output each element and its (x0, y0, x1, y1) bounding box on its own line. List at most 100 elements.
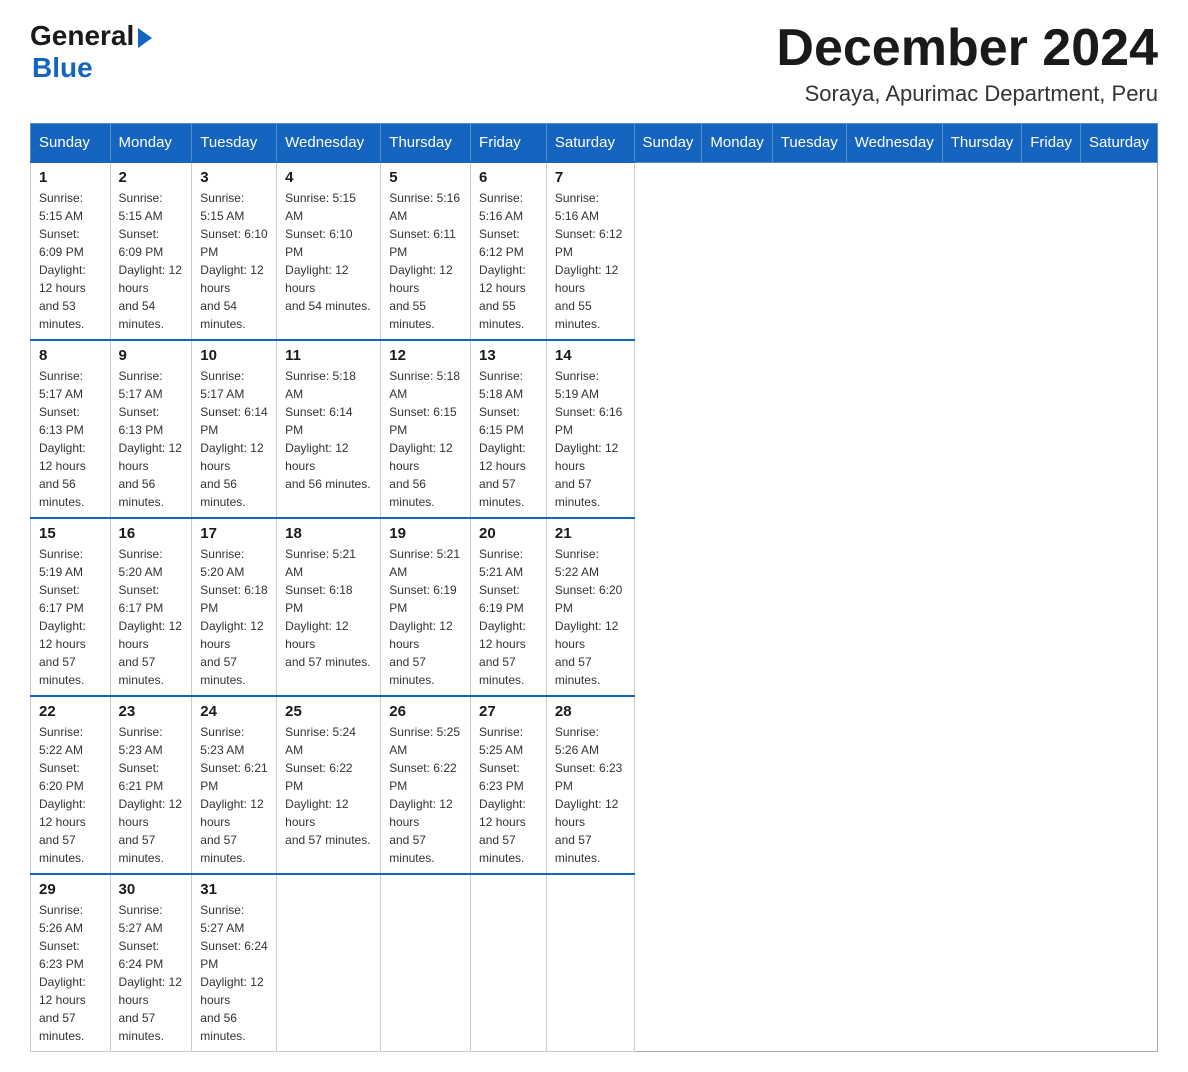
day-number: 19 (389, 525, 462, 542)
day-info: Sunrise: 5:17 AMSunset: 6:13 PMDaylight:… (39, 367, 102, 511)
calendar-cell: 15 Sunrise: 5:19 AMSunset: 6:17 PMDayligh… (31, 518, 111, 696)
day-number: 2 (119, 169, 184, 186)
calendar-cell: 22 Sunrise: 5:22 AMSunset: 6:20 PMDayligh… (31, 696, 111, 874)
weekday-header-thursday: Thursday (381, 124, 471, 163)
day-number: 11 (285, 347, 372, 364)
day-info: Sunrise: 5:15 AMSunset: 6:09 PMDaylight:… (119, 189, 184, 333)
week-row-4: 22 Sunrise: 5:22 AMSunset: 6:20 PMDayligh… (31, 696, 1158, 874)
day-number: 1 (39, 169, 102, 186)
day-info: Sunrise: 5:18 AMSunset: 6:14 PMDaylight:… (285, 367, 372, 493)
day-info: Sunrise: 5:19 AMSunset: 6:16 PMDaylight:… (555, 367, 626, 511)
day-number: 4 (285, 169, 372, 186)
weekday-header-wednesday: Wednesday (846, 124, 942, 163)
weekday-header-sunday: Sunday (31, 124, 111, 163)
day-number: 16 (119, 525, 184, 542)
logo: General Blue (30, 20, 152, 84)
calendar-cell: 3 Sunrise: 5:15 AMSunset: 6:10 PMDaylight… (192, 162, 277, 340)
day-info: Sunrise: 5:18 AMSunset: 6:15 PMDaylight:… (479, 367, 538, 511)
day-number: 14 (555, 347, 626, 364)
day-number: 6 (479, 169, 538, 186)
day-number: 9 (119, 347, 184, 364)
calendar-cell: 26Sunrise: 5:25 AMSunset: 6:22 PMDayligh… (381, 696, 471, 874)
calendar-cell (471, 874, 547, 1052)
day-number: 10 (200, 347, 268, 364)
day-info: Sunrise: 5:16 AMSunset: 6:12 PMDaylight:… (479, 189, 538, 333)
calendar-cell: 18Sunrise: 5:21 AMSunset: 6:18 PMDayligh… (277, 518, 381, 696)
day-info: Sunrise: 5:20 AMSunset: 6:18 PMDaylight:… (200, 545, 268, 689)
day-info: Sunrise: 5:21 AMSunset: 6:19 PMDaylight:… (479, 545, 538, 689)
day-info: Sunrise: 5:22 AMSunset: 6:20 PMDaylight:… (555, 545, 626, 689)
weekday-header-row: SundayMondayTuesdayWednesdayThursdayFrid… (31, 124, 1158, 163)
calendar-cell: 31 Sunrise: 5:27 AMSunset: 6:24 PMDayligh… (192, 874, 277, 1052)
day-info: Sunrise: 5:15 AMSunset: 6:10 PMDaylight:… (200, 189, 268, 333)
calendar-cell: 10Sunrise: 5:17 AMSunset: 6:14 PMDayligh… (192, 340, 277, 518)
day-info: Sunrise: 5:23 AMSunset: 6:21 PMDaylight:… (200, 723, 268, 867)
day-number: 5 (389, 169, 462, 186)
day-info: Sunrise: 5:22 AMSunset: 6:20 PMDaylight:… (39, 723, 102, 867)
day-info: Sunrise: 5:15 AMSunset: 6:10 PMDaylight:… (285, 189, 372, 315)
day-number: 29 (39, 881, 102, 898)
calendar-cell: 23Sunrise: 5:23 AMSunset: 6:21 PMDayligh… (110, 696, 192, 874)
weekday-header-tuesday: Tuesday (772, 124, 846, 163)
week-row-2: 8Sunrise: 5:17 AMSunset: 6:13 PMDaylight… (31, 340, 1158, 518)
day-number: 20 (479, 525, 538, 542)
day-info: Sunrise: 5:17 AMSunset: 6:13 PMDaylight:… (119, 367, 184, 511)
day-info: Sunrise: 5:21 AMSunset: 6:18 PMDaylight:… (285, 545, 372, 671)
calendar-cell: 6 Sunrise: 5:16 AMSunset: 6:12 PMDaylight… (471, 162, 547, 340)
day-info: Sunrise: 5:16 AMSunset: 6:11 PMDaylight:… (389, 189, 462, 333)
calendar-cell: 19Sunrise: 5:21 AMSunset: 6:19 PMDayligh… (381, 518, 471, 696)
calendar-cell: 9 Sunrise: 5:17 AMSunset: 6:13 PMDaylight… (110, 340, 192, 518)
day-info: Sunrise: 5:26 AMSunset: 6:23 PMDaylight:… (39, 901, 102, 1045)
weekday-header-wednesday: Wednesday (277, 124, 381, 163)
calendar-cell: 13 Sunrise: 5:18 AMSunset: 6:15 PMDayligh… (471, 340, 547, 518)
calendar-cell: 20 Sunrise: 5:21 AMSunset: 6:19 PMDayligh… (471, 518, 547, 696)
day-number: 7 (555, 169, 626, 186)
calendar-cell: 11 Sunrise: 5:18 AMSunset: 6:14 PMDayligh… (277, 340, 381, 518)
week-row-5: 29 Sunrise: 5:26 AMSunset: 6:23 PMDayligh… (31, 874, 1158, 1052)
logo-general-text: General (30, 20, 134, 52)
calendar-cell: 7Sunrise: 5:16 AMSunset: 6:12 PMDaylight… (546, 162, 634, 340)
weekday-header-monday: Monday (702, 124, 772, 163)
calendar-cell: 21Sunrise: 5:22 AMSunset: 6:20 PMDayligh… (546, 518, 634, 696)
location-title: Soraya, Apurimac Department, Peru (776, 81, 1158, 107)
weekday-header-friday: Friday (471, 124, 547, 163)
calendar-title-area: December 2024 Soraya, Apurimac Departmen… (776, 20, 1158, 107)
calendar-cell (546, 874, 634, 1052)
day-number: 17 (200, 525, 268, 542)
weekday-header-thursday: Thursday (942, 124, 1022, 163)
day-number: 27 (479, 703, 538, 720)
day-info: Sunrise: 5:26 AMSunset: 6:23 PMDaylight:… (555, 723, 626, 867)
calendar-cell: 12Sunrise: 5:18 AMSunset: 6:15 PMDayligh… (381, 340, 471, 518)
day-info: Sunrise: 5:27 AMSunset: 6:24 PMDaylight:… (119, 901, 184, 1045)
day-number: 31 (200, 881, 268, 898)
calendar-cell: 30 Sunrise: 5:27 AMSunset: 6:24 PMDayligh… (110, 874, 192, 1052)
day-info: Sunrise: 5:19 AMSunset: 6:17 PMDaylight:… (39, 545, 102, 689)
calendar-cell: 2 Sunrise: 5:15 AMSunset: 6:09 PMDaylight… (110, 162, 192, 340)
calendar-cell: 24Sunrise: 5:23 AMSunset: 6:21 PMDayligh… (192, 696, 277, 874)
day-number: 23 (119, 703, 184, 720)
weekday-header-saturday: Saturday (546, 124, 634, 163)
week-row-1: 1 Sunrise: 5:15 AMSunset: 6:09 PMDaylight… (31, 162, 1158, 340)
day-number: 3 (200, 169, 268, 186)
day-info: Sunrise: 5:20 AMSunset: 6:17 PMDaylight:… (119, 545, 184, 689)
calendar-cell: 29 Sunrise: 5:26 AMSunset: 6:23 PMDayligh… (31, 874, 111, 1052)
day-info: Sunrise: 5:24 AMSunset: 6:22 PMDaylight:… (285, 723, 372, 849)
day-number: 30 (119, 881, 184, 898)
weekday-header-friday: Friday (1022, 124, 1081, 163)
day-number: 25 (285, 703, 372, 720)
calendar-table: SundayMondayTuesdayWednesdayThursdayFrid… (30, 123, 1158, 1052)
day-number: 28 (555, 703, 626, 720)
logo-blue-text: Blue (32, 52, 93, 84)
calendar-cell: 28 Sunrise: 5:26 AMSunset: 6:23 PMDayligh… (546, 696, 634, 874)
day-number: 15 (39, 525, 102, 542)
day-info: Sunrise: 5:25 AMSunset: 6:23 PMDaylight:… (479, 723, 538, 867)
page-header: General Blue December 2024 Soraya, Apuri… (30, 20, 1158, 107)
calendar-cell: 4 Sunrise: 5:15 AMSunset: 6:10 PMDaylight… (277, 162, 381, 340)
day-info: Sunrise: 5:27 AMSunset: 6:24 PMDaylight:… (200, 901, 268, 1045)
calendar-cell: 1Sunrise: 5:15 AMSunset: 6:09 PMDaylight… (31, 162, 111, 340)
day-number: 22 (39, 703, 102, 720)
weekday-header-tuesday: Tuesday (192, 124, 277, 163)
day-number: 13 (479, 347, 538, 364)
calendar-cell: 14 Sunrise: 5:19 AMSunset: 6:16 PMDayligh… (546, 340, 634, 518)
weekday-header-sunday: Sunday (634, 124, 702, 163)
